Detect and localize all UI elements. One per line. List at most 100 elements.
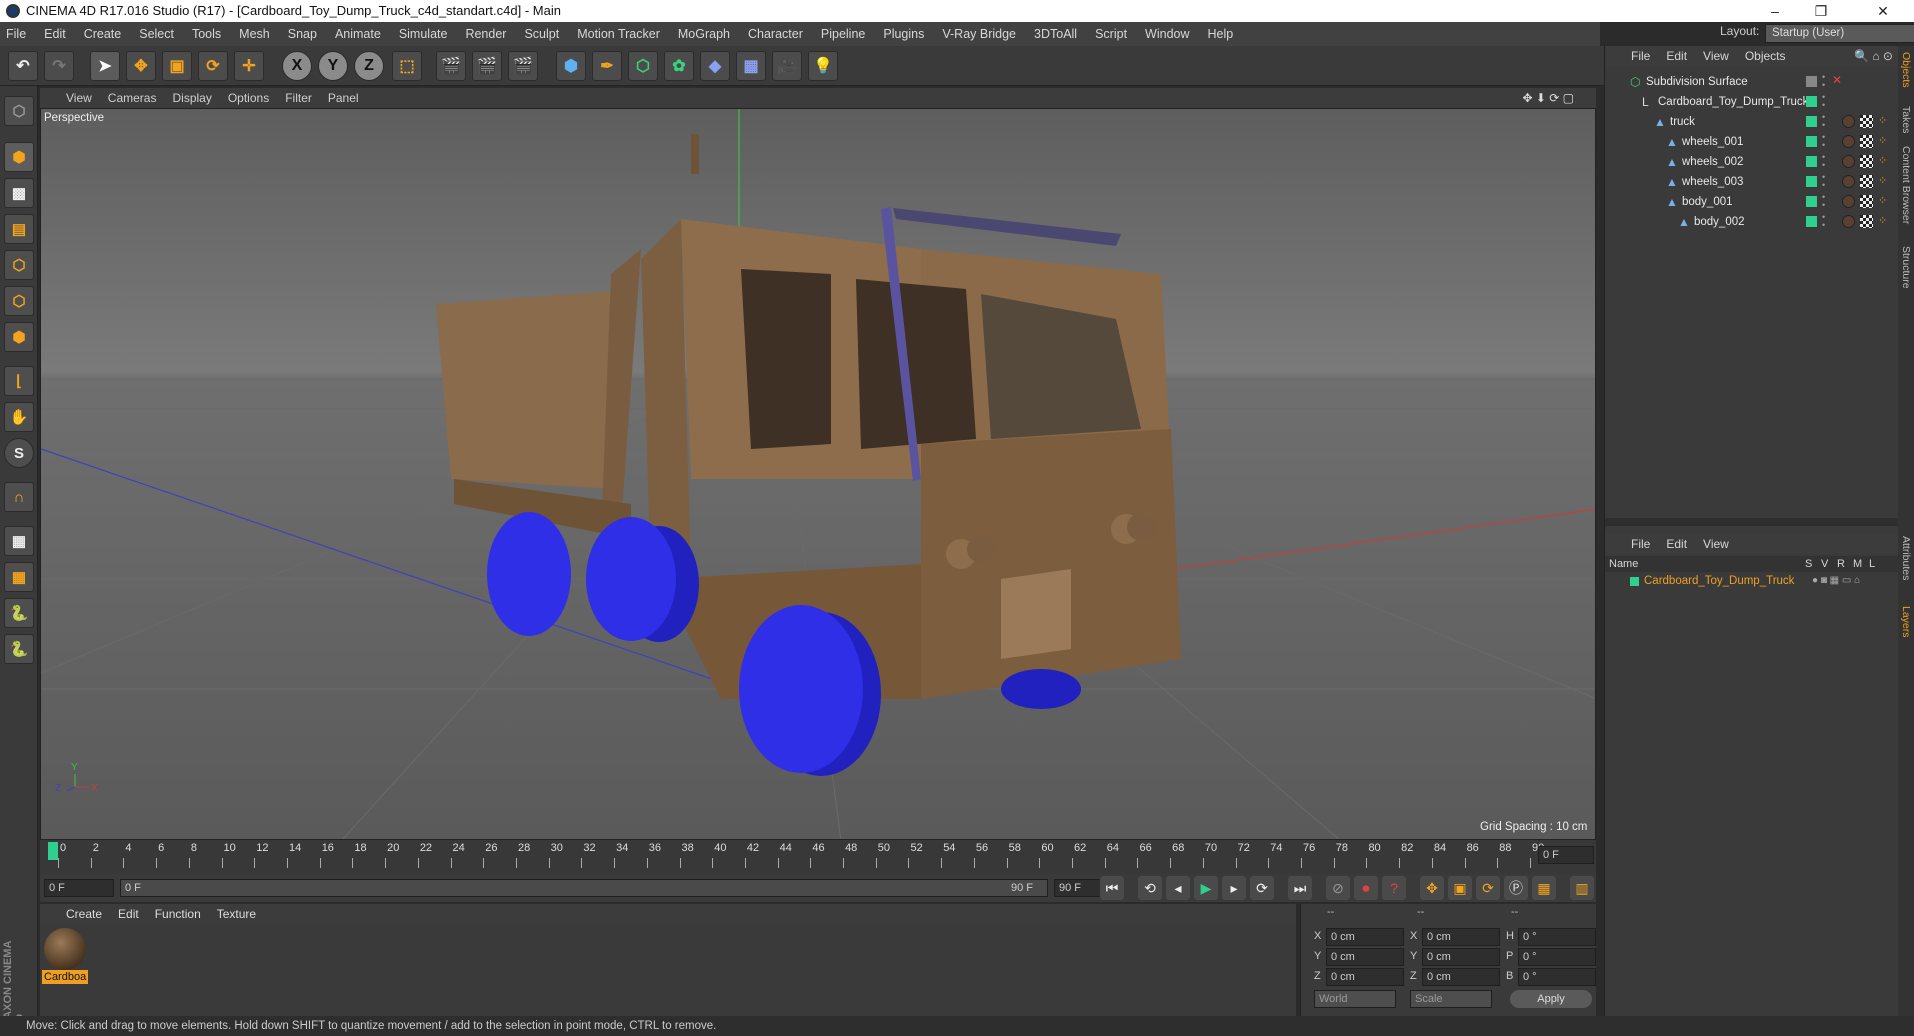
menu-edit[interactable]: Edit	[44, 27, 66, 41]
go-to-end-icon[interactable]: ⏭	[1288, 876, 1312, 900]
menu-snap[interactable]: Snap	[288, 27, 317, 41]
redo-icon[interactable]: ↷	[44, 51, 74, 81]
object-menu-objects[interactable]: Objects	[1745, 49, 1786, 63]
key-pla-icon[interactable]: ▦	[1532, 876, 1556, 900]
visibility-dots-icon[interactable]: • •	[1822, 93, 1825, 110]
axis-mode-icon[interactable]: ⌊	[4, 366, 34, 396]
checker-tag-icon[interactable]	[1860, 195, 1873, 208]
camera-icon[interactable]: 🎥	[772, 51, 802, 81]
side-tab-content-browser[interactable]: Content Browser	[1900, 146, 1912, 224]
phong-tag-icon[interactable]: ⁘	[1878, 154, 1887, 167]
material-tag-icon[interactable]	[1842, 195, 1855, 208]
play-icon[interactable]: ▶	[1194, 876, 1218, 900]
undo-icon[interactable]: ↶	[8, 51, 38, 81]
menu-render[interactable]: Render	[465, 27, 506, 41]
record-keys-icon[interactable]: ⊘	[1326, 876, 1350, 900]
menu-pipeline[interactable]: Pipeline	[821, 27, 865, 41]
visibility-dots-icon[interactable]: • •	[1822, 153, 1825, 170]
object-hscrollbar[interactable]	[1605, 518, 1899, 526]
model-mode-icon[interactable]: ⬢	[4, 142, 34, 172]
visibility-dots-icon[interactable]: • •	[1822, 193, 1825, 210]
autokey-icon[interactable]: ⏺	[1354, 876, 1378, 900]
pen-spline-icon[interactable]: ✒	[592, 51, 622, 81]
coord-rotation-field[interactable]: 0 °	[1518, 928, 1596, 946]
side-tab-structure[interactable]: Structure	[1900, 246, 1912, 289]
viewport-menu-view[interactable]: View	[66, 91, 92, 105]
workplane-lock-icon[interactable]: ▦	[4, 526, 34, 556]
make-editable-icon[interactable]: ⬡	[4, 96, 34, 126]
object-flags[interactable]: • • ⁘	[1806, 133, 1896, 150]
deformer-icon[interactable]: ◆	[700, 51, 730, 81]
visibility-dots-icon[interactable]: • •	[1822, 133, 1825, 150]
go-to-start-icon[interactable]: ⏮	[1100, 876, 1124, 900]
object-menu-view[interactable]: View	[1703, 49, 1729, 63]
coord-rotation-field[interactable]: 0 °	[1518, 948, 1596, 966]
object-row[interactable]: ▲ body_001	[1604, 192, 1814, 212]
snap-magnet-icon[interactable]: ∩	[4, 482, 34, 512]
render-settings-icon[interactable]: 🎬	[508, 51, 538, 81]
object-row[interactable]: ▲ body_002	[1604, 212, 1814, 232]
render-picture-viewer-icon[interactable]: 🎬	[472, 51, 502, 81]
menu-3dtoall[interactable]: 3DToAll	[1034, 27, 1077, 41]
object-label[interactable]: body_002	[1694, 212, 1745, 232]
material-thumbnail[interactable]	[44, 928, 86, 970]
object-label[interactable]: wheels_002	[1682, 152, 1743, 172]
render-view-icon[interactable]: 🎬	[436, 51, 466, 81]
object-flags[interactable]: • •	[1806, 93, 1896, 110]
menu-create[interactable]: Create	[84, 27, 122, 41]
coord-mode-select[interactable]: World	[1314, 990, 1396, 1008]
range-slider[interactable]: 0 F 90 F	[120, 879, 1048, 897]
checker-tag-icon[interactable]	[1860, 215, 1873, 228]
object-label[interactable]: wheels_001	[1682, 132, 1743, 152]
visibility-dots-icon[interactable]: • •	[1822, 213, 1825, 230]
viewport-menu-cameras[interactable]: Cameras	[108, 91, 157, 105]
coord-size-field[interactable]: 0 cm	[1422, 948, 1500, 966]
menu-select[interactable]: Select	[139, 27, 174, 41]
object-flags[interactable]: • • ⁘	[1806, 173, 1896, 190]
floor-environment-icon[interactable]: ▦	[736, 51, 766, 81]
workplane-mode-icon[interactable]: ▤	[4, 214, 34, 244]
visibility-dots-icon[interactable]: • •	[1822, 73, 1825, 90]
object-flags[interactable]: • • ⁘	[1806, 153, 1896, 170]
side-tab-layers[interactable]: Layers	[1900, 606, 1912, 638]
object-flags[interactable]: • • ⁘	[1806, 213, 1896, 230]
object-row[interactable]: ▲ wheels_003	[1604, 172, 1814, 192]
coord-transform-select[interactable]: Scale	[1410, 990, 1492, 1008]
move-tool-icon[interactable]: ✥	[126, 51, 156, 81]
current-frame-field[interactable]: 0 F	[1538, 846, 1594, 864]
checker-tag-icon[interactable]	[1860, 175, 1873, 188]
object-row[interactable]: ▲ wheels_001	[1604, 132, 1814, 152]
coord-rotation-field[interactable]: 0 °	[1518, 968, 1596, 986]
cube-primitive-icon[interactable]: ⬢	[556, 51, 586, 81]
layer-menu-view[interactable]: View	[1703, 537, 1729, 551]
layer-flag-icons[interactable]: ● ◙ ▦ ▭ ⌂	[1812, 572, 1860, 590]
visibility-dots-icon[interactable]: • •	[1822, 173, 1825, 190]
key-rotation-icon[interactable]: ⟳	[1476, 876, 1500, 900]
viewport-3d[interactable]: Y X Z	[40, 108, 1596, 840]
checker-tag-icon[interactable]	[1860, 135, 1873, 148]
object-flags[interactable]: • • ✕	[1806, 73, 1896, 90]
next-frame-icon[interactable]: ▸	[1222, 876, 1246, 900]
solo-mode-icon[interactable]: S	[4, 438, 34, 468]
menu-mograph[interactable]: MoGraph	[678, 27, 730, 41]
object-label[interactable]: wheels_003	[1682, 172, 1743, 192]
menu-vray-bridge[interactable]: V-Ray Bridge	[942, 27, 1016, 41]
python-generator-icon[interactable]: 🐍	[4, 634, 34, 664]
object-menu-edit[interactable]: Edit	[1666, 49, 1687, 63]
layer-menu-file[interactable]: File	[1631, 537, 1650, 551]
key-position-icon[interactable]: ✥	[1420, 876, 1444, 900]
menu-plugins[interactable]: Plugins	[883, 27, 924, 41]
next-key-icon[interactable]: ⟳	[1250, 876, 1274, 900]
viewport-menu-options[interactable]: Options	[228, 91, 269, 105]
coordinate-system-icon[interactable]: ⬚	[392, 51, 422, 81]
object-label[interactable]: Subdivision Surface	[1646, 72, 1748, 92]
scale-tool-icon[interactable]: ▣	[162, 51, 192, 81]
phong-tag-icon[interactable]: ⁘	[1878, 194, 1887, 207]
object-row[interactable]: ⬡ Subdivision Surface	[1604, 72, 1814, 92]
light-icon[interactable]: 💡	[808, 51, 838, 81]
menu-file[interactable]: File	[6, 27, 26, 41]
checker-tag-icon[interactable]	[1860, 155, 1873, 168]
menu-script[interactable]: Script	[1095, 27, 1127, 41]
menu-window[interactable]: Window	[1145, 27, 1189, 41]
object-label[interactable]: truck	[1670, 112, 1695, 132]
